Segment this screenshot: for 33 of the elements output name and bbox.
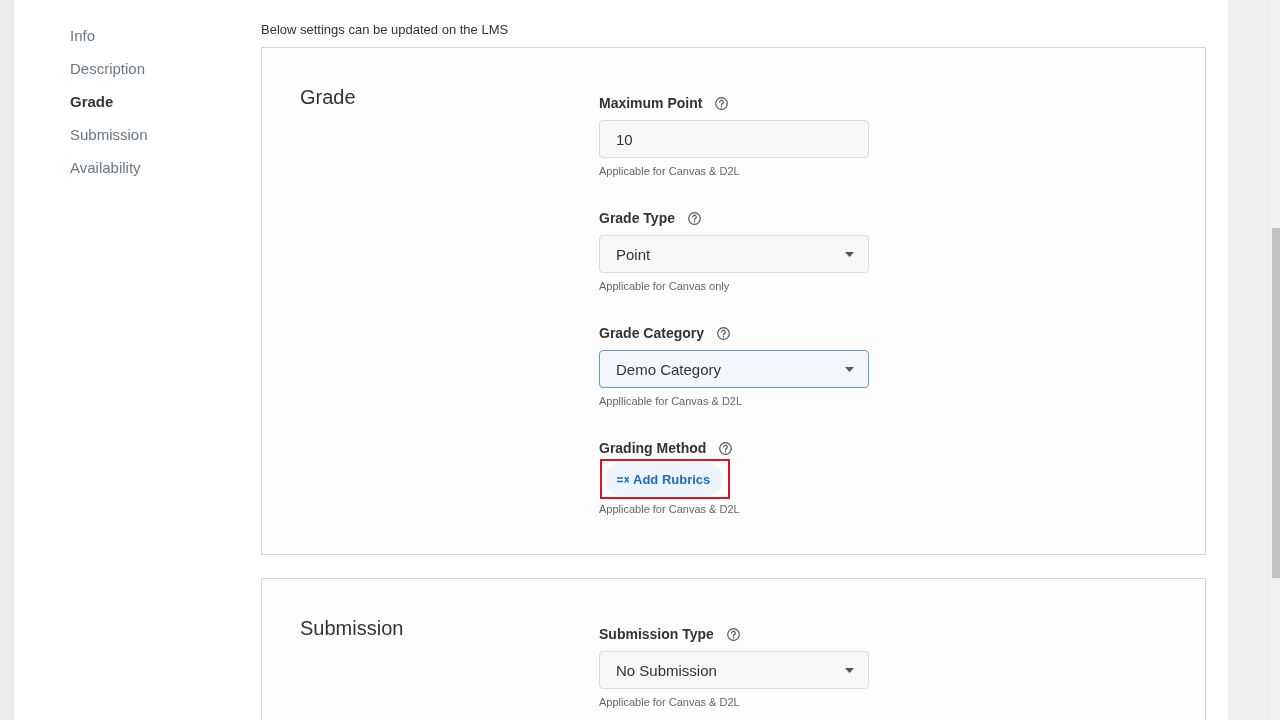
field-label: Grade Category — [599, 324, 705, 342]
field-hint: Applicable for Canvas & D2L — [599, 695, 740, 709]
help-icon — [726, 627, 740, 641]
caret-icon — [845, 366, 854, 372]
field-label: Maximum Point — [599, 94, 703, 112]
sidebar-item[interactable]: Info — [70, 19, 96, 52]
field-hint: Applicable for Canvas only — [599, 279, 730, 293]
list-cross-icon — [617, 475, 629, 484]
help-icon — [719, 441, 733, 455]
dropdown[interactable]: Point — [599, 235, 869, 273]
help-icon — [717, 326, 731, 340]
field-hint: Applicable for Canvas & D2L — [599, 502, 740, 516]
field-label: Grade Type — [599, 209, 675, 227]
sidebar-item[interactable]: Submission — [70, 118, 148, 151]
sidebar-item[interactable]: Grade — [70, 85, 114, 118]
field-label: Grading Method — [599, 439, 707, 457]
scrollbar-thumb[interactable] — [1272, 228, 1280, 578]
section-title: Submission — [300, 616, 404, 641]
caret-icon — [845, 667, 854, 673]
caret-icon — [845, 251, 854, 257]
section-title: Grade — [300, 85, 356, 110]
help-icon — [688, 211, 701, 225]
text-input[interactable]: 10 — [599, 120, 869, 158]
sidebar-item[interactable]: Description — [70, 52, 146, 85]
field-hint: Applicable for Canvas & D2L — [599, 164, 740, 178]
field-label: Submission Type — [599, 625, 714, 643]
help-icon — [715, 96, 729, 110]
sidebar-item[interactable]: Availability — [70, 151, 141, 184]
dropdown[interactable]: No Submission — [599, 651, 869, 689]
add-rubrics-button[interactable]: Add Rubrics — [605, 463, 724, 496]
info-note: Below settings can be updated on the LMS — [261, 22, 510, 38]
dropdown[interactable]: Demo Category — [599, 350, 869, 388]
field-hint: Appllicable for Canvas & D2L — [599, 394, 743, 408]
